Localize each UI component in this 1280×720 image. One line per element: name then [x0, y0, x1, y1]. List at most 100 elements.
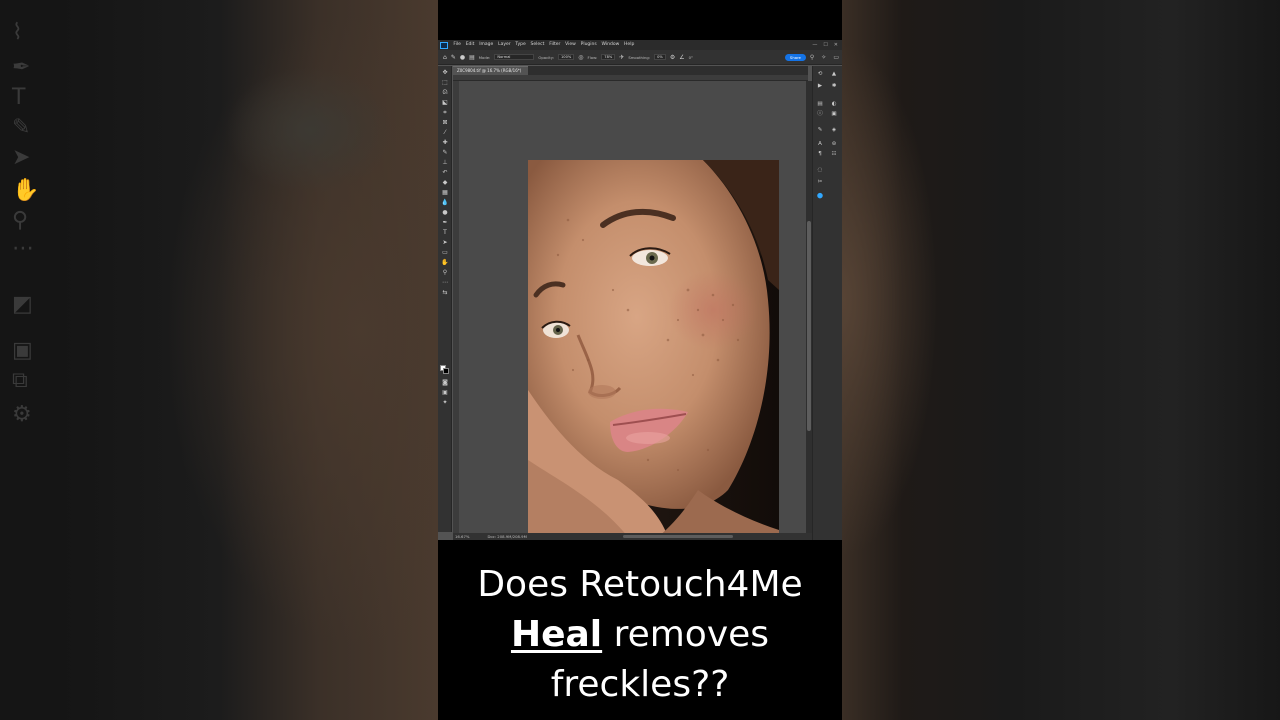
menu-file[interactable]: File	[451, 40, 463, 50]
libraries-icon[interactable]: ▣	[829, 110, 839, 118]
document-tab[interactable]: Z0C9804.tif @ 16.7% (RGB/16*)	[453, 66, 528, 75]
menu-type[interactable]: Type	[513, 40, 528, 50]
ghost-screenmode-icon: ⧉	[12, 368, 28, 393]
pressure-opacity-icon[interactable]: ◎	[578, 54, 583, 61]
brush-tool-preset-icon[interactable]: ✎	[451, 54, 456, 61]
share-button[interactable]: Share	[784, 53, 806, 61]
retouch-plugin-icon[interactable]: ✦	[440, 398, 450, 407]
crop-tool-icon[interactable]: ⌗	[440, 108, 450, 117]
ghost-text-icon: T	[12, 85, 26, 110]
smoothing-field[interactable]: 0%	[654, 54, 666, 60]
paragraph-icon[interactable]: ¶	[815, 150, 825, 158]
actions-play-icon[interactable]: ▶	[815, 82, 825, 90]
ghost-hand-icon: ✋	[12, 178, 40, 203]
ghost-more-icon: ⋯	[12, 236, 34, 261]
hand-tool-icon[interactable]: ✋	[440, 258, 450, 267]
info-icon[interactable]: ⓘ	[815, 110, 825, 118]
layers-icon[interactable]: ◈	[829, 126, 839, 134]
menu-layer[interactable]: Layer	[496, 40, 513, 50]
document-size: Doc: 208.9M/208.9M	[487, 534, 527, 539]
rectangle-tool-icon[interactable]: ▭	[440, 248, 450, 257]
options-bar: ⌂ ✎ ● ▤ Mode: Normal Opacity: 100% ◎ Flo…	[438, 50, 842, 65]
brush-settings-icon[interactable]: ▤	[469, 54, 475, 61]
edit-toolbar-icon[interactable]: ⋯	[440, 278, 450, 287]
menu-help[interactable]: Help	[622, 40, 637, 50]
angle-value[interactable]: 0°	[689, 55, 693, 60]
history-icon[interactable]: ⟲	[815, 70, 825, 78]
discover-icon[interactable]: ✧	[821, 54, 826, 61]
opacity-label: Opacity:	[538, 54, 554, 60]
eraser-tool-icon[interactable]: ◆	[440, 178, 450, 187]
move-tool-icon[interactable]: ✥	[440, 68, 450, 77]
menu-select[interactable]: Select	[528, 40, 547, 50]
vertical-scrollbar-thumb[interactable]	[807, 221, 811, 431]
menu-plugins[interactable]: Plugins	[578, 40, 599, 50]
type-tool-icon[interactable]: T	[440, 228, 450, 237]
minimize-button[interactable]: —	[812, 42, 817, 48]
swatches-icon[interactable]: ✂	[815, 178, 825, 186]
menu-edit[interactable]: Edit	[463, 40, 477, 50]
screen-mode-icon[interactable]: ▣	[440, 388, 450, 397]
caption-line-3: freckles??	[550, 664, 730, 705]
ghost-color-swatch-icon: ◩	[12, 292, 33, 317]
eyedropper-tool-icon[interactable]: ⁄	[440, 128, 450, 137]
workspace-icon[interactable]: ▭	[833, 54, 839, 61]
airbrush-icon[interactable]: ✈	[619, 54, 624, 61]
blurred-toolbar-strip	[0, 0, 66, 720]
pen-tool-icon[interactable]: ✒	[440, 218, 450, 227]
history-brush-tool-icon[interactable]: ↶	[440, 168, 450, 177]
brush-settings-panel-icon[interactable]: ✱	[829, 82, 839, 90]
ghost-pen-icon: ✒	[12, 55, 31, 80]
zoom-tool-icon[interactable]: ⚲	[440, 268, 450, 277]
ghost-arrow-icon: ➤	[12, 145, 31, 170]
mode-select[interactable]: Normal	[494, 54, 535, 60]
gradient-tool-icon[interactable]: ▦	[440, 188, 450, 197]
marquee-tool-icon[interactable]: ⬚	[440, 78, 450, 87]
blur-tool-icon[interactable]: 💧	[440, 198, 450, 207]
tab-strip	[528, 66, 808, 75]
menu-filter[interactable]: Filter	[547, 40, 563, 50]
dodge-tool-icon[interactable]: ●	[440, 208, 450, 217]
channels-icon[interactable]: ⊚	[829, 140, 839, 148]
path-selection-tool-icon[interactable]: ➤	[440, 238, 450, 247]
character-icon[interactable]: A	[815, 140, 825, 148]
color-icon[interactable]: ▲	[829, 70, 839, 78]
close-button[interactable]: ✕	[834, 42, 838, 48]
adjustments-icon[interactable]: ◐	[829, 100, 839, 108]
frame-tool-icon[interactable]: ⊠	[440, 118, 450, 127]
zoom-level[interactable]: 16.67%	[455, 534, 469, 539]
opacity-field[interactable]: 100%	[558, 54, 575, 60]
flow-field[interactable]: 78%	[601, 54, 616, 60]
shapes-icon[interactable]: ◌	[815, 166, 825, 174]
canvas-area[interactable]	[459, 81, 807, 537]
ghost-lasso-icon: ⌇	[12, 20, 23, 45]
quick-mask-icon[interactable]: ◙	[440, 378, 450, 387]
spot-healing-tool-icon[interactable]: ✚	[440, 138, 450, 147]
brush-tool-icon[interactable]: ✎	[440, 148, 450, 157]
search-icon[interactable]: ⚲	[810, 54, 814, 61]
menu-window[interactable]: Window	[599, 40, 622, 50]
background-color-swatch[interactable]	[443, 368, 449, 374]
angle-icon[interactable]: ∠	[679, 54, 684, 61]
menu-image[interactable]: Image	[477, 40, 496, 50]
properties-icon[interactable]: ▤	[815, 100, 825, 108]
styles-icon[interactable]: ☷	[829, 150, 839, 158]
brush-size-picker-icon[interactable]: ●	[460, 54, 465, 61]
home-icon[interactable]: ⌂	[443, 54, 447, 61]
window-controls: — ☐ ✕	[812, 42, 842, 48]
retouch4me-panel-icon[interactable]: ⬤	[815, 192, 825, 200]
paths-icon[interactable]: ✎	[815, 126, 825, 134]
horizontal-scrollbar-thumb[interactable]	[623, 535, 733, 538]
smoothing-label: Smoothing:	[628, 54, 651, 60]
portrait-photo[interactable]	[528, 160, 779, 537]
video-caption: Does Retouch4Me Heal removes freckles??	[438, 560, 842, 710]
tools-panel: ✥ ⬚ ᘏ ⬕ ⌗ ⊠ ⁄ ✚ ✎ ⊥ ↶ ◆ ▦ 💧 ● ✒ T ➤ ▭ ✋	[438, 66, 452, 532]
clone-stamp-tool-icon[interactable]: ⊥	[440, 158, 450, 167]
photoshop-logo-icon	[440, 41, 448, 49]
lasso-tool-icon[interactable]: ᘏ	[440, 88, 450, 97]
object-selection-tool-icon[interactable]: ⬕	[440, 98, 450, 107]
maximize-button[interactable]: ☐	[823, 42, 827, 48]
swap-colors-icon[interactable]: ⇆	[440, 288, 450, 297]
menu-view[interactable]: View	[563, 40, 578, 50]
smoothing-settings-icon[interactable]: ⚙	[670, 54, 675, 61]
